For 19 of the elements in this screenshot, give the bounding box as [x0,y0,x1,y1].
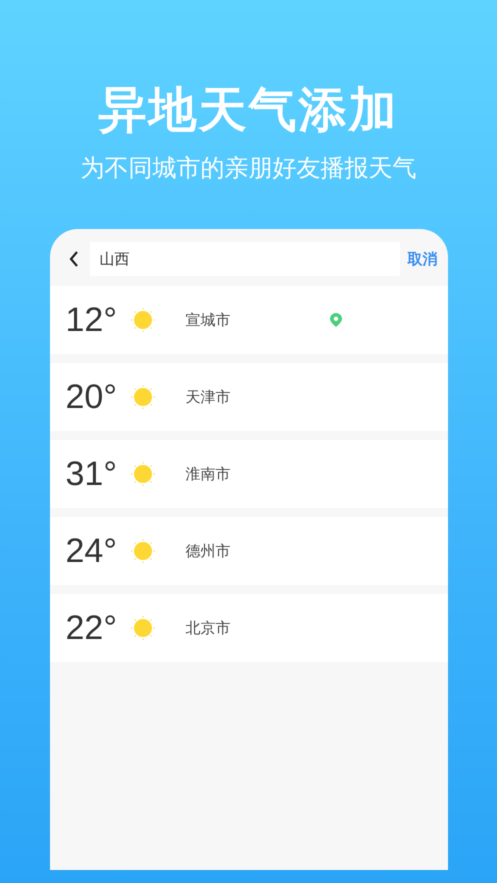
city-row[interactable]: 24° 德州市 [50,517,448,585]
city-name: 宣城市 [186,310,232,330]
search-field[interactable]: 山西 [90,242,400,276]
subheadline: 为不同城市的亲朋好友播报天气 [80,153,416,184]
city-row[interactable]: 20° 天津市 [50,363,448,431]
city-name: 淮南市 [186,464,232,484]
temperature: 22° [66,608,118,648]
headline: 异地天气添加 [98,81,398,140]
city-name: 北京市 [186,618,232,638]
temperature: 24° [66,532,118,570]
city-row[interactable]: 12° 宣城市 [50,286,448,354]
city-name: 德州市 [186,542,232,560]
city-row[interactable]: 31° 淮南市 [50,440,448,508]
city-name: 天津市 [186,388,232,406]
back-icon[interactable] [68,250,80,268]
temperature: 12° [66,300,118,340]
temperature: 31° [66,454,118,494]
temperature: 20° [66,378,118,416]
city-row[interactable]: 22° 北京市 [50,594,448,662]
